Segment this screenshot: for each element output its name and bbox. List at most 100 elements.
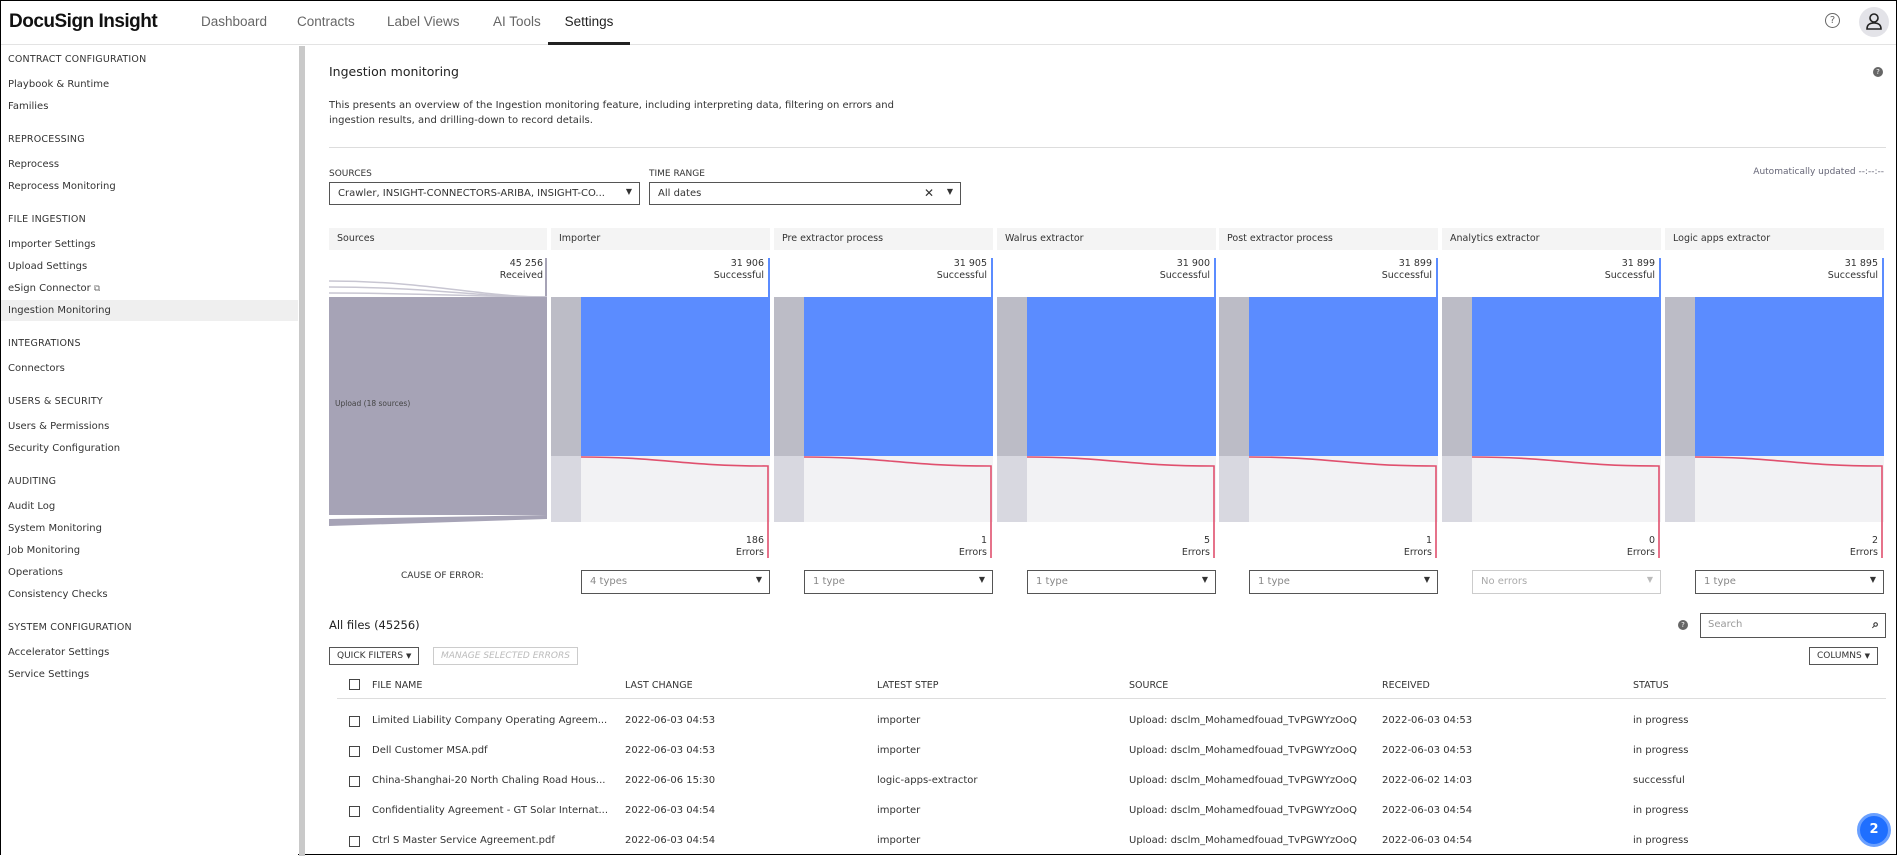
search-icon[interactable]: ⌕ xyxy=(1872,617,1879,632)
sidebar-item-label: Ingestion Monitoring xyxy=(8,305,111,316)
sidebar-item-audit-log[interactable]: Audit Log xyxy=(1,496,298,517)
sidebar-item-security-configuration[interactable]: Security Configuration xyxy=(1,438,298,459)
row-checkbox[interactable] xyxy=(349,806,360,817)
success-bar[interactable] xyxy=(1695,297,1884,456)
success-marker xyxy=(1659,258,1661,298)
sidebar-item-system-monitoring[interactable]: System Monitoring xyxy=(1,518,298,539)
cause-of-error-select[interactable]: 1 type ▼ xyxy=(804,570,993,594)
cell-file-name[interactable]: China-Shanghai-20 North Chaling Road Hou… xyxy=(372,775,605,786)
quick-filters-label: QUICK FILTERS xyxy=(337,651,404,661)
columns-button[interactable]: COLUMNS ▼ xyxy=(1809,647,1878,665)
cause-of-error-select[interactable]: 4 types ▼ xyxy=(581,570,770,594)
sources-value: Crawler, INSIGHT-CONNECTORS-ARIBA, INSIG… xyxy=(338,188,605,199)
cell-file-name[interactable]: Confidentiality Agreement - GT Solar Int… xyxy=(372,805,608,816)
sidebar-item-importer-settings[interactable]: Importer Settings xyxy=(1,234,298,255)
column-stage-4: Analytics extractor xyxy=(1442,228,1661,250)
sidebar-item-label: Reprocess Monitoring xyxy=(8,181,116,192)
sidebar-item-esign-connector[interactable]: eSign Connector ⧉ xyxy=(1,278,298,299)
row-checkbox[interactable] xyxy=(349,716,360,727)
sources-select[interactable]: Crawler, INSIGHT-CONNECTORS-ARIBA, INSIG… xyxy=(329,182,640,205)
help-icon[interactable]: ? xyxy=(1825,13,1840,28)
incoming-flow xyxy=(1442,297,1472,456)
sidebar-item-connectors[interactable]: Connectors xyxy=(1,358,298,379)
cause-of-error-select[interactable]: 1 type ▼ xyxy=(1249,570,1438,594)
success-bar[interactable] xyxy=(1027,297,1216,456)
success-bar[interactable] xyxy=(581,297,770,456)
logo[interactable]: DocuSign Insight xyxy=(9,11,158,33)
time-range-select[interactable]: All dates ✕ ▼ xyxy=(649,182,961,205)
tab-contracts[interactable]: Contracts xyxy=(297,1,355,45)
sidebar-section-title: AUDITING xyxy=(8,476,57,487)
column-stage-0: Importer xyxy=(551,228,770,250)
chat-badge-button[interactable]: 2 xyxy=(1857,813,1891,847)
cause-of-error-select[interactable]: 1 type ▼ xyxy=(1027,570,1216,594)
column-stage-5: Logic apps extractor xyxy=(1665,228,1884,250)
table-row[interactable]: Limited Liability Company Operating Agre… xyxy=(337,707,1886,737)
sidebar-item-consistency-checks[interactable]: Consistency Checks xyxy=(1,584,298,605)
cause-of-error-value: 1 type xyxy=(1704,576,1736,587)
tab-dashboard[interactable]: Dashboard xyxy=(201,1,267,45)
success-bar[interactable] xyxy=(804,297,993,456)
table-row[interactable]: China-Shanghai-20 North Chaling Road Hou… xyxy=(337,767,1886,797)
table-row[interactable]: Confidentiality Agreement - GT Solar Int… xyxy=(337,797,1886,827)
sidebar-item-operations[interactable]: Operations xyxy=(1,562,298,583)
errors-label: Errors xyxy=(1626,547,1655,558)
header-last-change[interactable]: LAST CHANGE xyxy=(625,680,693,691)
success-bar[interactable] xyxy=(1472,297,1661,456)
success-bar[interactable] xyxy=(1249,297,1438,456)
header-received[interactable]: RECEIVED xyxy=(1382,680,1430,691)
sidebar-item-reprocess-monitoring[interactable]: Reprocess Monitoring xyxy=(1,176,298,197)
tab-label-views[interactable]: Label Views xyxy=(387,1,460,45)
header-status[interactable]: STATUS xyxy=(1633,680,1669,691)
cause-of-error-select[interactable]: No errors ▼ xyxy=(1472,570,1661,594)
cause-of-error-select[interactable]: 1 type ▼ xyxy=(1695,570,1884,594)
manage-selected-errors-button[interactable]: MANAGE SELECTED ERRORS xyxy=(433,647,578,665)
error-count: 0 Errors xyxy=(1442,535,1655,559)
errors-label: Errors xyxy=(1403,547,1432,558)
errors-label: Errors xyxy=(735,547,764,558)
sidebar-item-families[interactable]: Families xyxy=(1,96,298,117)
success-marker xyxy=(1436,258,1438,298)
row-checkbox[interactable] xyxy=(349,776,360,787)
sidebar-item-accelerator-settings[interactable]: Accelerator Settings xyxy=(1,642,298,663)
sidebar-item-upload-settings[interactable]: Upload Settings xyxy=(1,256,298,277)
avatar[interactable] xyxy=(1859,7,1889,37)
success-label: Successful xyxy=(1827,270,1878,281)
row-checkbox[interactable] xyxy=(349,746,360,757)
caret-down-icon: ▼ xyxy=(1864,652,1870,660)
table-row[interactable]: Ctrl S Master Service Agreement.pdf 2022-… xyxy=(337,827,1886,857)
incoming-flow xyxy=(774,297,804,456)
table-row[interactable]: Dell Customer MSA.pdf 2022-06-03 04:53 imp… xyxy=(337,737,1886,767)
sidebar-item-service-settings[interactable]: Service Settings xyxy=(1,664,298,685)
sidebar-item-users-permissions[interactable]: Users & Permissions xyxy=(1,416,298,437)
cell-file-name[interactable]: Dell Customer MSA.pdf xyxy=(372,745,488,756)
help-icon[interactable]: ? xyxy=(1873,67,1883,77)
errors-label: Errors xyxy=(958,547,987,558)
clear-icon[interactable]: ✕ xyxy=(924,186,934,200)
cell-received: 2022-06-02 14:03 xyxy=(1382,775,1473,786)
sidebar-scrollbar[interactable] xyxy=(299,46,305,856)
sidebar-item-playbook-runtime[interactable]: Playbook & Runtime xyxy=(1,74,298,95)
tab-ai-tools[interactable]: AI Tools xyxy=(493,1,541,45)
cell-received: 2022-06-03 04:53 xyxy=(1382,745,1473,756)
search-input[interactable]: Search ⌕ xyxy=(1700,613,1886,638)
sidebar-item-reprocess[interactable]: Reprocess xyxy=(1,154,298,175)
header-file-name[interactable]: FILE NAME xyxy=(372,680,422,691)
cell-file-name[interactable]: Ctrl S Master Service Agreement.pdf xyxy=(372,835,555,846)
help-icon[interactable]: ? xyxy=(1678,620,1688,630)
incoming-flow-rest xyxy=(774,456,804,522)
quick-filters-button[interactable]: QUICK FILTERS ▼ xyxy=(329,647,420,665)
tab-settings[interactable]: Settings xyxy=(548,1,630,45)
success-value: 31 906 xyxy=(730,258,764,269)
header-latest-step[interactable]: LATEST STEP xyxy=(877,680,939,691)
incoming-flow xyxy=(551,297,581,456)
cell-file-name[interactable]: Limited Liability Company Operating Agre… xyxy=(372,715,607,726)
row-checkbox[interactable] xyxy=(349,836,360,847)
sidebar-item-ingestion-monitoring[interactable]: Ingestion Monitoring xyxy=(1,300,298,321)
divider xyxy=(329,147,1886,148)
header-divider xyxy=(337,698,1886,699)
sidebar-item-job-monitoring[interactable]: Job Monitoring xyxy=(1,540,298,561)
error-value: 1 xyxy=(980,535,987,546)
header-source[interactable]: SOURCE xyxy=(1129,680,1168,691)
select-all-checkbox[interactable] xyxy=(349,679,360,690)
